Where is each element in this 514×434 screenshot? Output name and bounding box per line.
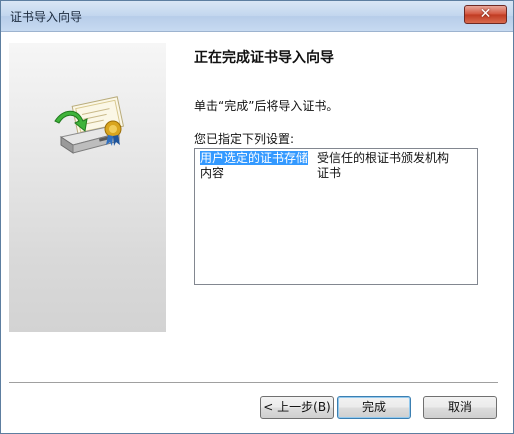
setting-key: 用户选定的证书存储 xyxy=(200,151,320,165)
window-title: 证书导入向导 xyxy=(10,10,83,24)
close-icon: ✕ xyxy=(479,6,492,22)
certificate-import-icon xyxy=(54,96,125,154)
title-bar[interactable]: 证书导入向导 ✕ xyxy=(1,1,513,32)
footer-divider xyxy=(9,382,498,384)
close-button[interactable]: ✕ xyxy=(464,5,507,24)
page-heading: 正在完成证书导入向导 xyxy=(194,50,334,66)
finish-button[interactable]: 完成 xyxy=(337,396,411,419)
certificate-import-wizard-window: 证书导入向导 ✕ 正在完成证书导入向导 单击“完成”后将导入证书。 您已指定下列… xyxy=(0,0,514,434)
wizard-content: 正在完成证书导入向导 单击“完成”后将导入证书。 您已指定下列设置: 用户选定的… xyxy=(1,32,513,433)
settings-list[interactable]: 用户选定的证书存储 受信任的根证书颁发机构 内容 证书 xyxy=(194,148,478,285)
setting-key: 内容 xyxy=(200,166,225,180)
setting-value: 受信任的根证书颁发机构 xyxy=(317,151,450,165)
back-button[interactable]: < 上一步(B) xyxy=(260,396,334,419)
wizard-side-panel xyxy=(9,43,166,332)
setting-value: 证书 xyxy=(317,166,342,180)
settings-row[interactable]: 内容 证书 xyxy=(198,166,474,196)
settings-list-label: 您已指定下列设置: xyxy=(194,132,295,146)
page-description: 单击“完成”后将导入证书。 xyxy=(194,99,339,113)
cancel-button[interactable]: 取消 xyxy=(423,396,497,419)
setting-key-text: 用户选定的证书存储 xyxy=(200,151,309,165)
